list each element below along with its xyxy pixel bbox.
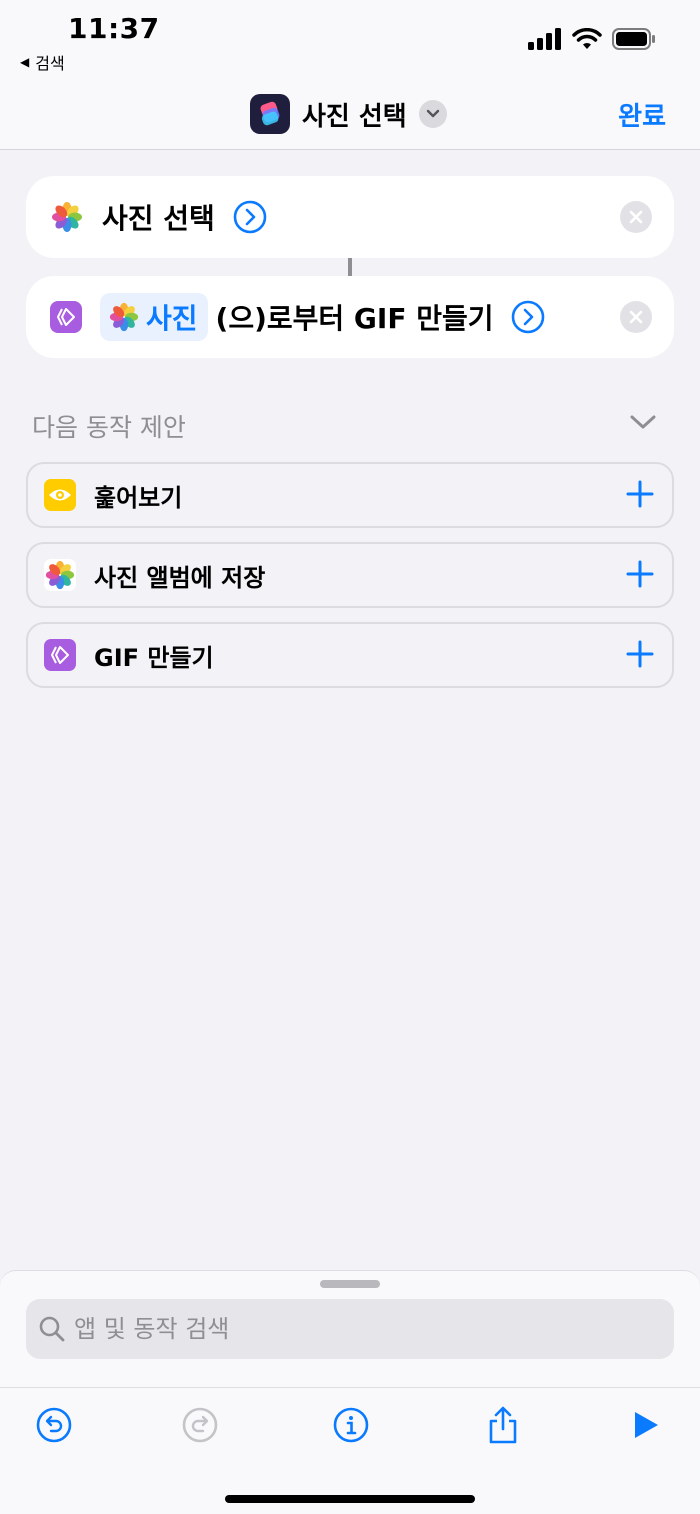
suggestion-label: 훑어보기 xyxy=(94,483,183,512)
action-select-photos[interactable]: 사진 선택 xyxy=(26,176,674,258)
undo-button[interactable] xyxy=(34,1405,74,1445)
redo-icon xyxy=(182,1407,218,1443)
battery-icon xyxy=(612,28,655,50)
photos-variable-token[interactable]: 사진 xyxy=(100,293,208,341)
suggestions-header: 다음 동작 제안 xyxy=(32,413,186,442)
status-time: 11:37 xyxy=(68,12,160,45)
suggestion-label: GIF 만들기 xyxy=(94,643,214,672)
search-input[interactable] xyxy=(74,1315,634,1343)
top-bar: 11:37 ◀ 검색 사진 선택 완료 xyxy=(0,0,700,150)
title-chevron-down-icon xyxy=(418,100,447,128)
remove-action-button[interactable] xyxy=(620,301,652,333)
eye-icon xyxy=(44,479,76,511)
suggestion-make-gif[interactable]: GIF 만들기 xyxy=(26,622,674,688)
search-bar[interactable] xyxy=(26,1299,674,1359)
back-to-app-button[interactable]: ◀ 검색 xyxy=(20,50,65,74)
done-button[interactable]: 완료 xyxy=(618,96,666,133)
action-title: 사진 선택 xyxy=(102,202,215,235)
cellular-signal-icon xyxy=(528,28,561,50)
home-indicator xyxy=(225,1495,475,1503)
back-triangle-icon: ◀ xyxy=(20,55,30,69)
collapse-chevron-icon[interactable] xyxy=(630,414,656,430)
share-icon xyxy=(489,1406,517,1444)
run-button[interactable] xyxy=(626,1405,666,1445)
photos-icon xyxy=(44,559,76,591)
shortcut-title-menu[interactable]: 사진 선택 xyxy=(250,94,447,134)
remove-action-button[interactable] xyxy=(620,201,652,233)
action-make-gif[interactable]: 사진 (으)로부터 GIF 만들기 xyxy=(26,276,674,358)
add-plus-icon[interactable] xyxy=(624,478,656,510)
redo-button[interactable] xyxy=(180,1405,220,1445)
toolbar-divider xyxy=(0,1387,700,1388)
add-plus-icon[interactable] xyxy=(624,638,656,670)
wifi-icon xyxy=(572,28,602,49)
gif-icon xyxy=(44,639,76,671)
action-title: (으)로부터 GIF 만들기 xyxy=(215,302,494,335)
suggestion-save-to-album[interactable]: 사진 앨범에 저장 xyxy=(26,542,674,608)
action-search-sheet xyxy=(0,1270,700,1514)
sheet-grabber[interactable] xyxy=(320,1280,380,1288)
share-button[interactable] xyxy=(483,1405,523,1445)
close-icon xyxy=(629,210,643,224)
undo-icon xyxy=(36,1407,72,1443)
close-icon xyxy=(629,310,643,324)
gif-icon xyxy=(50,301,82,333)
status-icons xyxy=(528,28,656,50)
add-plus-icon[interactable] xyxy=(624,558,656,590)
back-app-label: 검색 xyxy=(35,54,65,73)
suggestion-label: 사진 앨범에 저장 xyxy=(94,563,266,592)
info-icon xyxy=(333,1407,369,1443)
action-connector xyxy=(348,258,352,276)
shortcut-title: 사진 선택 xyxy=(302,101,407,132)
suggestion-quick-look[interactable]: 훑어보기 xyxy=(26,462,674,528)
photos-icon xyxy=(52,202,82,232)
expand-options-icon[interactable] xyxy=(233,200,267,234)
search-icon xyxy=(39,1316,65,1342)
token-label: 사진 xyxy=(146,302,198,335)
info-button[interactable] xyxy=(331,1405,371,1445)
play-icon xyxy=(635,1412,658,1438)
shortcut-editor-screen: 11:37 ◀ 검색 사진 선택 완료 사진 선택 사진 (으)로부터 GIF … xyxy=(0,0,700,1514)
photos-icon xyxy=(109,302,139,332)
expand-options-icon[interactable] xyxy=(511,300,545,334)
shortcuts-app-icon xyxy=(250,94,290,134)
